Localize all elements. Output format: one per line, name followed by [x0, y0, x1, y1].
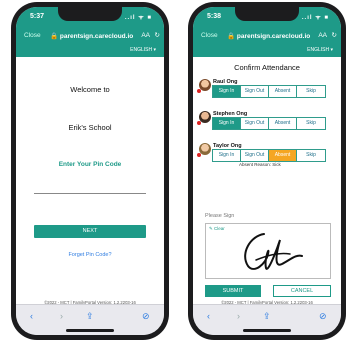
- app-bar: ENGLISH ▾: [193, 43, 341, 57]
- status-time: 5:38: [207, 13, 222, 20]
- status-dot: [197, 121, 201, 125]
- browser-toolbar: ‹ › ⇪ ⊘: [193, 304, 341, 335]
- attendance-options: Sign In Sign Out Absent Skip: [212, 149, 326, 162]
- signal-icon: ..ıl ᯤ ■: [301, 15, 329, 21]
- absent-button[interactable]: Absent: [269, 86, 297, 97]
- compass-icon[interactable]: ⊘: [319, 311, 327, 322]
- left-screen: 5:37 ..ıl ᯤ ■ Close 🔒 parentsign.careclo…: [16, 7, 164, 335]
- person-row: Taylor Ong Sign In Sign Out Absent Skip …: [197, 143, 335, 173]
- attendance-options: Sign In Sign Out Absent Skip: [212, 117, 326, 130]
- status-time: 5:37: [30, 13, 45, 20]
- pin-input[interactable]: [34, 171, 146, 194]
- absent-button[interactable]: Absent: [269, 118, 297, 129]
- share-icon[interactable]: ⇪: [86, 311, 94, 322]
- absent-button[interactable]: Absent: [269, 150, 297, 161]
- app-bar: ENGLISH ▾: [16, 43, 164, 57]
- page-title: Confirm Attendance: [234, 63, 300, 72]
- left-phone: 5:37 ..ıl ᯤ ■ Close 🔒 parentsign.careclo…: [11, 2, 169, 340]
- back-icon[interactable]: ‹: [207, 311, 210, 321]
- language-select[interactable]: ENGLISH ▾: [307, 47, 333, 53]
- language-select[interactable]: ENGLISH ▾: [130, 47, 156, 53]
- right-screen: 5:38 ..ıl ᯤ ■ Close 🔒 parentsign.careclo…: [193, 7, 341, 335]
- forgot-pin-link[interactable]: Forget Pin Code?: [16, 252, 164, 258]
- reload-icon[interactable]: ↻: [332, 31, 337, 39]
- school-name: Erik's School: [68, 123, 112, 132]
- browser-bar: Close 🔒 parentsign.carecloud.io AA ↻: [193, 29, 341, 43]
- cancel-button[interactable]: CANCEL: [273, 285, 331, 297]
- welcome-text: Welcome to: [70, 85, 110, 94]
- sign-in-button[interactable]: Sign In: [213, 86, 241, 97]
- sign-out-button[interactable]: Sign Out: [241, 118, 269, 129]
- close-button[interactable]: Close: [201, 32, 218, 39]
- please-sign-label: Please Sign: [205, 213, 235, 219]
- notch: [58, 7, 122, 21]
- skip-button[interactable]: Skip: [297, 118, 325, 129]
- browser-toolbar: ‹ › ⇪ ⊘: [16, 304, 164, 335]
- submit-button[interactable]: SUBMIT: [205, 285, 261, 297]
- sign-in-button[interactable]: Sign In: [213, 150, 241, 161]
- status-dot: [197, 89, 201, 93]
- reader-button[interactable]: AA: [318, 32, 327, 39]
- attendance-options: Sign In Sign Out Absent Skip: [212, 85, 326, 98]
- url-field[interactable]: 🔒 parentsign.carecloud.io: [227, 32, 310, 40]
- absent-reason: Absent Reason: Sick: [239, 162, 281, 167]
- forward-icon[interactable]: ›: [60, 311, 63, 321]
- compass-icon[interactable]: ⊘: [142, 311, 150, 322]
- reader-button[interactable]: AA: [141, 32, 150, 39]
- url-field[interactable]: 🔒 parentsign.carecloud.io: [50, 32, 133, 40]
- home-indicator: [243, 329, 291, 332]
- notch: [235, 7, 299, 21]
- person-row: Stephen Ong Sign In Sign Out Absent Skip: [197, 111, 335, 141]
- browser-bar: Close 🔒 parentsign.carecloud.io AA ↻: [16, 29, 164, 43]
- sign-in-button[interactable]: Sign In: [213, 118, 241, 129]
- sign-out-button[interactable]: Sign Out: [241, 86, 269, 97]
- forward-icon[interactable]: ›: [237, 311, 240, 321]
- signal-icon: ..ıl ᯤ ■: [124, 15, 152, 21]
- close-button[interactable]: Close: [24, 32, 41, 39]
- next-button[interactable]: NEXT: [34, 225, 146, 238]
- reload-icon[interactable]: ↻: [155, 31, 160, 39]
- right-phone: 5:38 ..ıl ᯤ ■ Close 🔒 parentsign.careclo…: [188, 2, 346, 340]
- skip-button[interactable]: Skip: [297, 150, 325, 161]
- signature-drawing: [244, 233, 303, 270]
- home-indicator: [66, 329, 114, 332]
- pin-label: Enter Your Pin Code: [58, 161, 122, 168]
- status-dot: [197, 153, 201, 157]
- signature-pad[interactable]: ✎ Clear: [205, 223, 331, 279]
- back-icon[interactable]: ‹: [30, 311, 33, 321]
- skip-button[interactable]: Skip: [297, 86, 325, 97]
- person-row: Raul Ong Sign In Sign Out Absent Skip: [197, 79, 335, 109]
- share-icon[interactable]: ⇪: [263, 311, 271, 322]
- sign-out-button[interactable]: Sign Out: [241, 150, 269, 161]
